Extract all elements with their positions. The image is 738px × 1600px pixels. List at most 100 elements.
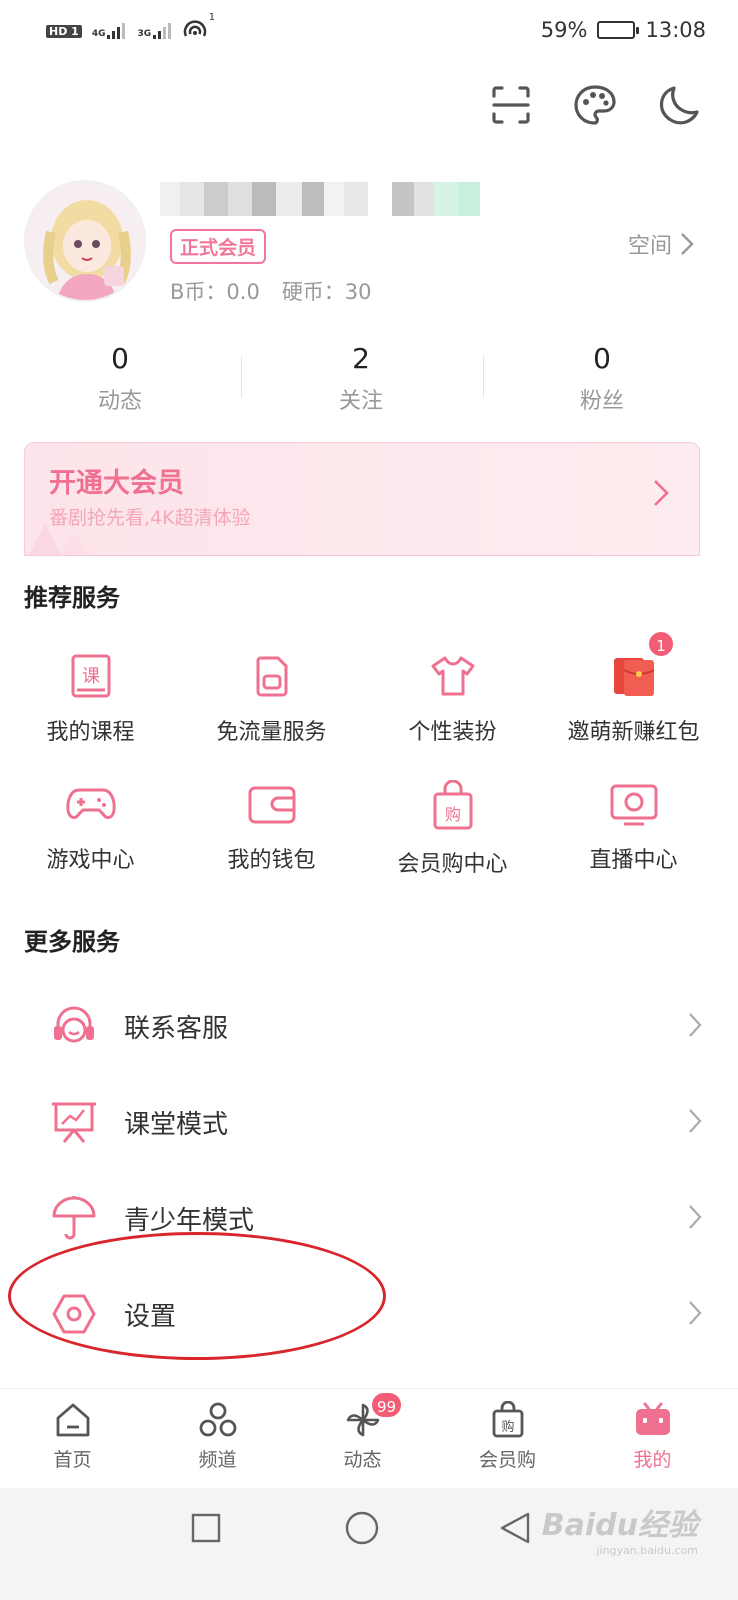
grid-label: 我的钱包	[227, 848, 316, 873]
b-coin-count: B币：0.0	[170, 280, 260, 304]
chevron-right-icon	[654, 480, 669, 506]
hd-network-indicator: HD 1	[46, 24, 82, 38]
baidu-watermark: Baidu经验	[541, 1508, 698, 1543]
nav-label: 会员购	[478, 1449, 536, 1471]
umbrella-icon	[52, 1196, 96, 1240]
live-center-item[interactable]: 直播中心	[543, 780, 724, 874]
member-shop-center-item[interactable]: 购 会员购中心	[362, 780, 543, 878]
stat-value: 0	[111, 342, 129, 375]
grid-label: 个性装扮	[408, 720, 497, 745]
game-center-item[interactable]: 游戏中心	[0, 780, 181, 874]
course-icon: 课	[71, 654, 110, 698]
tshirt-icon	[431, 656, 474, 696]
nav-member-shop[interactable]: 购 会员购	[435, 1389, 580, 1488]
invite-red-envelope-item[interactable]: 邀萌新赚红包 1	[543, 630, 724, 746]
chevron-right-icon	[689, 1301, 702, 1325]
back-triangle-icon[interactable]	[498, 1510, 532, 1546]
stat-label: 粉丝	[579, 389, 624, 414]
hotspot-icon: 1	[183, 12, 215, 44]
vip-banner-subtitle: 番剧抢先看,4K超清体验	[49, 507, 251, 529]
battery-percent: 59%	[540, 18, 588, 42]
scan-icon[interactable]	[488, 82, 534, 128]
nav-mine[interactable]: 我的	[580, 1389, 725, 1488]
chevron-right-icon	[689, 1205, 702, 1229]
divider	[241, 356, 242, 398]
stat-dynamic[interactable]: 0 动态	[40, 342, 200, 415]
bottom-navigation: 首页 频道 动态 99 购 会员购 我的	[0, 1388, 738, 1488]
grid-label: 直播中心	[589, 848, 678, 873]
notification-badge: 1	[647, 630, 675, 658]
vip-member-badge: 正式会员	[170, 229, 267, 264]
chevron-right-icon	[681, 233, 694, 255]
stat-following[interactable]: 2 关注	[281, 342, 441, 415]
stat-fans[interactable]: 0 粉丝	[522, 342, 682, 415]
stat-label: 动态	[97, 389, 142, 414]
recent-apps-square-icon[interactable]	[190, 1512, 222, 1544]
vip-upgrade-banner[interactable]: 开通大会员 番剧抢先看,4K超清体验	[24, 442, 700, 556]
sim-card-icon	[256, 656, 287, 697]
nav-dynamic[interactable]: 动态 99	[290, 1389, 435, 1488]
coin-count: 硬币：30	[281, 280, 372, 304]
nav-home[interactable]: 首页	[0, 1389, 145, 1488]
svg-text:课: 课	[82, 666, 100, 687]
chevron-right-icon	[689, 1013, 702, 1037]
nav-channel[interactable]: 频道	[145, 1389, 290, 1488]
status-bar-left: HD 1 4G 3G 1	[46, 12, 215, 44]
blurred-username	[160, 182, 480, 216]
svg-text:购: 购	[501, 1419, 514, 1435]
channel-icon	[199, 1402, 236, 1437]
space-link[interactable]: 空间	[628, 228, 694, 260]
list-item-label: 联系客服	[124, 1014, 229, 1044]
headset-icon	[54, 1006, 94, 1043]
tv-icon	[610, 784, 657, 826]
svg-text:购: 购	[444, 805, 460, 824]
anime-avatar-image	[26, 182, 144, 300]
presentation-icon	[52, 1102, 96, 1143]
home-circle-icon[interactable]	[344, 1510, 380, 1546]
recommended-services-title: 推荐服务	[24, 584, 120, 612]
list-item-customer-service[interactable]: 联系客服	[0, 978, 738, 1074]
grid-label: 免流量服务	[216, 720, 327, 745]
home-icon	[56, 1403, 89, 1437]
shopping-bag-icon: 购	[492, 1401, 523, 1438]
gamepad-icon	[65, 788, 116, 819]
vip-banner-title: 开通大会员	[49, 468, 184, 499]
battery-icon	[597, 21, 640, 39]
4g-signal-icon: 4G	[92, 23, 128, 39]
my-courses-item[interactable]: 课 我的课程	[0, 652, 181, 746]
list-item-classroom-mode[interactable]: 课堂模式	[0, 1074, 738, 1170]
bilibili-tv-icon	[635, 1402, 670, 1435]
palette-icon[interactable]	[572, 82, 618, 128]
grid-label: 会员购中心	[397, 852, 508, 877]
list-item-label: 课堂模式	[124, 1110, 229, 1140]
wallet-icon	[248, 786, 295, 824]
free-data-service-item[interactable]: 免流量服务	[181, 652, 362, 746]
avatar[interactable]	[24, 180, 146, 302]
grid-label: 游戏中心	[46, 848, 135, 873]
grid-label: 邀萌新赚红包	[567, 720, 700, 745]
coin-balance: B币：0.0 硬币：30	[170, 276, 372, 306]
my-wallet-item[interactable]: 我的钱包	[181, 780, 362, 874]
red-envelope-icon	[613, 658, 654, 696]
status-bar-right: 59% 13:08	[541, 18, 706, 42]
notification-badge: 99	[370, 1391, 404, 1419]
clock: 13:08	[645, 18, 706, 42]
3g-signal-icon: 3G	[137, 23, 173, 39]
stat-value: 0	[593, 342, 611, 375]
chevron-right-icon	[689, 1109, 702, 1133]
nav-label: 我的	[633, 1449, 672, 1471]
more-services-title: 更多服务	[24, 928, 120, 956]
nav-label: 动态	[343, 1449, 382, 1471]
divider	[483, 356, 484, 398]
nav-label: 频道	[198, 1449, 237, 1471]
stat-value: 2	[352, 342, 370, 375]
space-label: 空间	[627, 234, 672, 259]
night-mode-moon-icon[interactable]	[656, 82, 702, 128]
shopping-bag-icon: 购	[433, 780, 472, 830]
personal-theme-item[interactable]: 个性装扮	[362, 652, 543, 746]
nav-label: 首页	[53, 1449, 92, 1471]
grid-label: 我的课程	[46, 720, 135, 745]
stat-label: 关注	[338, 389, 383, 414]
highlight-annotation-oval	[8, 1232, 386, 1360]
watermark-url: jingyan.baidu.com	[596, 1544, 698, 1557]
